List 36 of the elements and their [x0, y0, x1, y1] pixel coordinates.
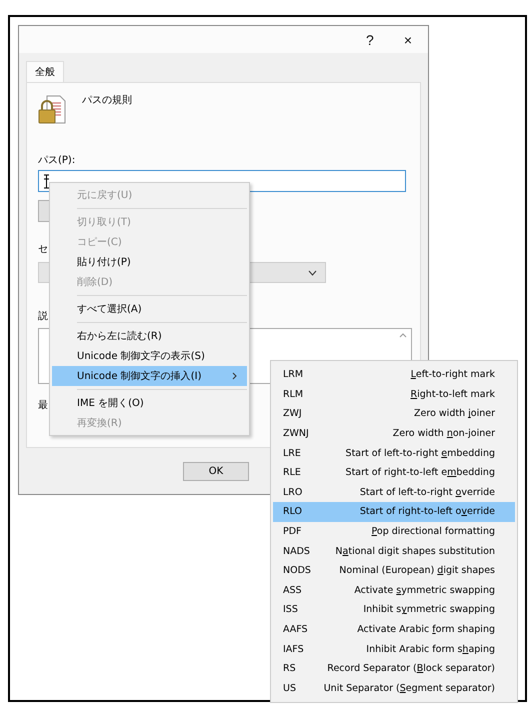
chevron-down-icon — [308, 270, 317, 276]
submenu-item[interactable]: RLO Start of right-to-left override — [273, 502, 515, 522]
tab[interactable]: 全般 — [26, 61, 64, 82]
locked-document-icon — [38, 95, 66, 125]
description-label: 説 — [38, 311, 48, 323]
submenu-item[interactable]: PDF Pop directional formatting — [273, 522, 515, 542]
menu-item[interactable]: Unicode 制御文字の挿入(I) — [52, 366, 247, 386]
text-cursor-icon — [43, 174, 50, 188]
submenu-item[interactable]: LRE Start of left-to-right embedding — [273, 443, 515, 463]
security-level-label: セ — [38, 244, 48, 256]
submenu-item[interactable]: LRM Left-to-right mark — [273, 365, 515, 385]
menu-item[interactable]: 貼り付け(P) — [50, 252, 249, 272]
submenu-item[interactable]: NODS Nominal (European) digit shapes — [273, 560, 515, 581]
submenu-item[interactable]: IAFS Inhibit Arabic form shaping — [273, 639, 515, 659]
submenu-item[interactable]: ZWJ Zero width joiner — [273, 404, 515, 424]
submenu-item[interactable]: NADS National digit shapes substitution — [273, 541, 515, 561]
submenu-item[interactable]: US Unit Separator (Segment separator) — [273, 678, 515, 698]
scroll-up-icon[interactable] — [399, 333, 407, 338]
menu-item[interactable]: 右から左に読む(R) — [50, 326, 249, 346]
submenu-item[interactable]: ISS Inhibit symmetric swapping — [273, 600, 515, 620]
menu-item[interactable]: すべて選択(A) — [50, 299, 249, 319]
submenu-item[interactable]: RLM Right-to-left mark — [273, 384, 515, 404]
help-button[interactable]: ? — [362, 32, 378, 48]
close-button[interactable]: × — [400, 32, 416, 48]
submenu-item[interactable]: RLE Start of right-to-left embedding — [273, 462, 515, 483]
path-label: パス(P): — [38, 155, 76, 167]
submenu-item[interactable]: ZWNJ Zero width non-joiner — [273, 424, 515, 444]
rule-title: パスの規則 — [82, 95, 132, 107]
submenu-item[interactable]: ASS Activate symmetric swapping — [273, 580, 515, 600]
last-modified-label: 最 — [38, 400, 48, 412]
submenu-item[interactable]: AAFS Activate Arabic form shaping — [273, 620, 515, 640]
menu-item[interactable]: Unicode 制御文字の表示(S) — [50, 346, 249, 366]
submenu-item[interactable]: LRO Start of left-to-right override — [273, 482, 515, 502]
submenu-item[interactable]: RS Record Separator (Block separator) — [273, 658, 515, 678]
menu-item[interactable]: IME を開く(O) — [50, 393, 249, 413]
ok-button[interactable]: OK — [183, 462, 249, 481]
